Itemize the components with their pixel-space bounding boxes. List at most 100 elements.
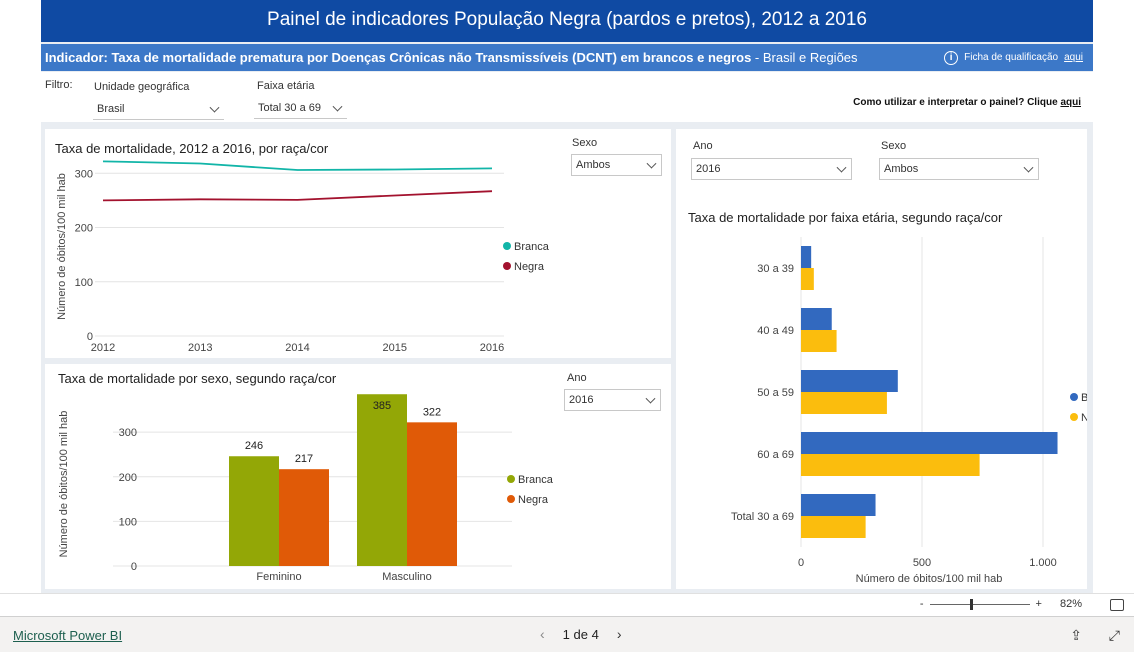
y-tick-label: 300 xyxy=(119,427,137,439)
indicator-name: Indicador: Taxa de mortalidade prematura… xyxy=(45,50,752,65)
legend-marker xyxy=(507,495,515,503)
zoom-value: 82% xyxy=(1059,598,1082,610)
zoom-slider[interactable] xyxy=(929,598,1030,610)
ficha-qualificacao: i Ficha de qualificação aqui xyxy=(944,44,1083,71)
y-axis-label: Número de óbitos/100 mil hab xyxy=(58,411,70,558)
x-tick-label: 2015 xyxy=(383,342,407,354)
age-chart-panel: Ano 2016 Sexo Ambos Taxa de mortalidade … xyxy=(676,129,1087,589)
power-bi-link[interactable]: Microsoft Power BI xyxy=(13,628,122,643)
legend-label: Negra xyxy=(518,494,549,506)
zoom-control: - + 82% xyxy=(920,598,1082,610)
x-tick-label: Masculino xyxy=(382,571,432,583)
chevron-down-icon xyxy=(332,101,343,112)
zoom-out-button[interactable]: - xyxy=(920,598,924,610)
fullscreen-icon[interactable]: ⤢ xyxy=(1109,627,1120,644)
bar xyxy=(801,268,814,290)
y-tick-label: 30 a 39 xyxy=(757,263,794,275)
bar xyxy=(229,456,279,566)
next-page-icon[interactable]: › xyxy=(617,626,622,642)
bar xyxy=(357,394,407,566)
indicator-bar: Indicador: Taxa de mortalidade prematura… xyxy=(41,44,1093,71)
y-tick-label: 0 xyxy=(131,561,137,573)
bar xyxy=(801,308,832,330)
y-tick-label: 100 xyxy=(75,277,93,289)
bar xyxy=(801,392,887,414)
fit-to-page-icon[interactable] xyxy=(1110,599,1124,611)
x-tick-label: 0 xyxy=(798,557,804,569)
legend-marker xyxy=(507,475,515,483)
line-chart: 01002003002012 2013 2014 2015 2016Número de … xyxy=(56,160,550,354)
geo-filter-label: Unidade geográfica xyxy=(94,81,190,93)
report-title: Painel de indicadores População Negra (p… xyxy=(41,0,1093,42)
series-line xyxy=(102,190,493,202)
x-axis-label: Número de óbitos/100 mil hab xyxy=(856,573,1003,585)
legend-label: Negra xyxy=(1081,412,1087,424)
y-tick-label: 60 a 69 xyxy=(757,449,794,461)
x-tick-label: 2013 xyxy=(188,342,212,354)
app-root: Painel de indicadores População Negra (p… xyxy=(0,0,1134,652)
line-chart-panel: Taxa de mortalidade, 2012 a 2016, por ra… xyxy=(45,129,671,358)
x-tick-label: 1.000 xyxy=(1029,557,1057,569)
help-link[interactable]: aqui xyxy=(1060,97,1081,108)
ficha-link[interactable]: aqui xyxy=(1064,44,1083,71)
data-label: 385 xyxy=(373,400,391,412)
x-tick-label: 500 xyxy=(913,557,931,569)
prev-page-icon[interactable]: ‹ xyxy=(540,626,545,642)
bar xyxy=(801,516,866,538)
bar xyxy=(407,422,457,566)
y-tick-label: 40 a 49 xyxy=(757,325,794,337)
bar xyxy=(801,246,812,268)
chevron-down-icon xyxy=(209,102,220,113)
help-text: Como utilizar e interpretar o painel? Cl… xyxy=(853,97,1081,108)
y-tick-label: 200 xyxy=(119,472,137,484)
legend-marker xyxy=(1070,393,1078,401)
y-tick-label: Total 30 a 69 xyxy=(731,511,794,523)
legend-label: Branca xyxy=(514,241,550,253)
x-tick-label: 2012 xyxy=(91,342,115,354)
zoom-slider-thumb[interactable] xyxy=(969,598,973,610)
bar xyxy=(801,370,898,392)
data-label: 246 xyxy=(245,440,263,452)
age-filter-value: Total 30 a 69 xyxy=(258,101,321,114)
x-tick-label: 2016 xyxy=(480,342,504,354)
help-label: Como utilizar e interpretar o painel? Cl… xyxy=(853,97,1058,108)
y-tick-label: 100 xyxy=(119,516,137,528)
bar xyxy=(801,454,980,476)
bar xyxy=(801,432,1058,454)
x-tick-label: Feminino xyxy=(256,571,301,583)
ficha-label: Ficha de qualificação xyxy=(964,52,1059,63)
data-label: 217 xyxy=(295,453,313,465)
indicator-scope: Brasil e Regiões xyxy=(762,50,858,65)
bar xyxy=(801,330,837,352)
bar xyxy=(801,494,876,516)
filter-bar: Filtro: Unidade geográfica Brasil Faixa … xyxy=(41,72,1093,122)
info-icon: i xyxy=(944,50,959,65)
legend-label: Branca xyxy=(1081,392,1087,404)
age-filter-label: Faixa etária xyxy=(257,80,315,92)
x-tick-label: 2014 xyxy=(285,342,309,354)
zoom-bar: - + 82% xyxy=(0,593,1134,616)
sex-bar-chart: 0 100 200 300 Número de óbitos/100 mil hab 24… xyxy=(58,394,554,583)
footer-bar: Microsoft Power BI ‹ 1 de 4 › ⇪ ⤢ xyxy=(0,616,1134,652)
bar xyxy=(279,469,329,566)
age-bar-chart: 0 500 1.000 Número de óbitos/100 mil hab 30 … xyxy=(731,237,1087,585)
y-tick-label: 200 xyxy=(75,223,93,235)
geo-filter-dropdown[interactable]: Brasil xyxy=(93,98,224,120)
share-icon[interactable]: ⇪ xyxy=(1070,627,1082,644)
zoom-in-button[interactable]: + xyxy=(1036,598,1042,610)
filter-label: Filtro: xyxy=(45,79,73,91)
age-filter-dropdown[interactable]: Total 30 a 69 xyxy=(254,97,347,119)
sex-chart-panel: Taxa de mortalidade por sexo, segundo ra… xyxy=(45,364,671,589)
y-axis-label: Número de óbitos/100 mil hab xyxy=(56,173,68,320)
legend-marker xyxy=(503,262,511,270)
legend-marker xyxy=(1070,413,1078,421)
page-indicator: 1 de 4 xyxy=(562,626,599,642)
data-label: 322 xyxy=(423,406,441,418)
series-line xyxy=(102,160,493,171)
y-tick-label: 300 xyxy=(75,168,93,180)
report-canvas: Painel de indicadores População Negra (p… xyxy=(41,0,1093,593)
legend-marker xyxy=(503,242,511,250)
geo-filter-value: Brasil xyxy=(97,102,125,115)
page-navigator: ‹ 1 de 4 › xyxy=(540,626,622,642)
legend-label: Branca xyxy=(518,474,554,486)
